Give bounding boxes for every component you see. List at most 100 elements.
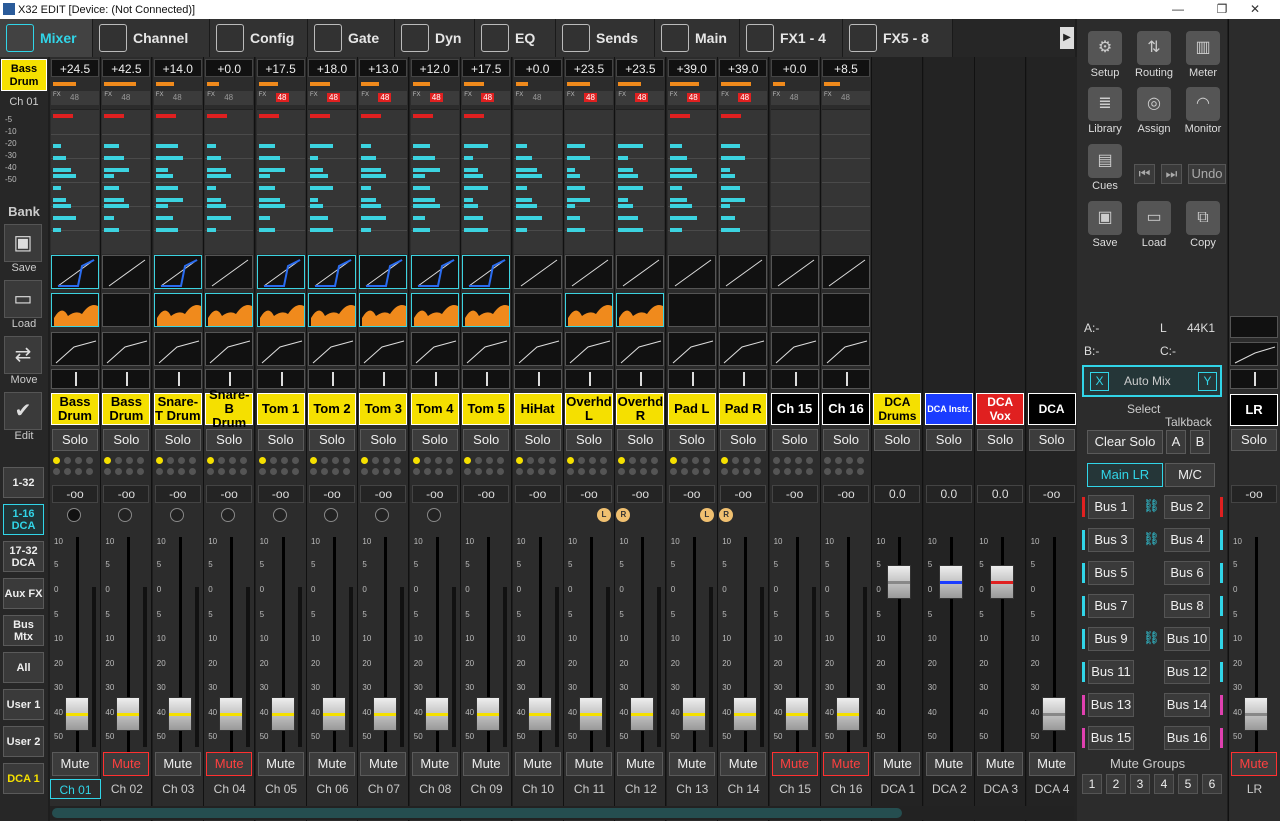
tab-0[interactable]: Mixer <box>0 19 93 57</box>
load-button[interactable]: ▭ Load <box>1133 197 1175 251</box>
mute-button[interactable]: Mute <box>874 752 921 776</box>
gain-display[interactable]: +42.5 <box>102 59 151 77</box>
fx-row[interactable]: FX 48 <box>719 91 768 105</box>
bus-button[interactable]: Bus 13 <box>1088 693 1134 717</box>
phantom-48v-indicator[interactable]: 48 <box>173 93 182 102</box>
phantom-48v-indicator[interactable]: 48 <box>378 93 392 102</box>
gate-graph[interactable] <box>256 255 305 289</box>
eq-graph[interactable] <box>719 293 768 327</box>
solo-button[interactable]: Solo <box>154 429 201 451</box>
fx-row[interactable]: FX 48 <box>513 91 562 105</box>
solo-button[interactable]: Solo <box>463 429 510 451</box>
channel-number[interactable]: Ch 09 <box>461 779 512 799</box>
bank-button[interactable]: 1-16 DCA <box>3 504 44 535</box>
eq-graph[interactable] <box>359 293 408 327</box>
dca-level[interactable]: 0.0 <box>925 485 972 503</box>
lr-balance[interactable] <box>1230 369 1278 389</box>
phantom-48v-indicator[interactable]: 48 <box>275 93 289 102</box>
mute-button[interactable]: Mute <box>771 752 818 776</box>
clear-solo-button[interactable]: Clear Solo <box>1087 430 1163 454</box>
library-button[interactable]: ≣ Library <box>1084 83 1126 137</box>
fader-level[interactable]: -oo <box>103 485 150 503</box>
solo-button[interactable]: Solo <box>874 429 921 451</box>
assign-button[interactable]: ◎ Assign <box>1133 83 1175 137</box>
routing-button[interactable]: ⇅ Routing <box>1133 27 1175 81</box>
mute-button[interactable]: Mute <box>617 752 664 776</box>
pan-knob[interactable] <box>221 508 236 522</box>
bus-link-icon[interactable]: ⛓ <box>1143 531 1160 547</box>
mute-button[interactable]: Mute <box>668 752 715 776</box>
pan-knob[interactable] <box>426 508 441 522</box>
talkback-a-button[interactable]: A <box>1166 430 1186 454</box>
bus-button[interactable]: Bus 1 <box>1088 495 1134 519</box>
eq-graph[interactable] <box>410 293 459 327</box>
mute-group-button[interactable]: 3 <box>1130 774 1150 794</box>
pan-knob[interactable] <box>169 508 184 522</box>
fx-row[interactable]: FX 48 <box>51 91 99 105</box>
channel-name[interactable]: Tom 1 <box>256 393 305 425</box>
dca-level[interactable]: 0.0 <box>977 485 1024 503</box>
channel-name[interactable]: Tom 2 <box>308 393 356 425</box>
eq-graph[interactable] <box>153 293 202 327</box>
bus-button[interactable]: Bus 2 <box>1164 495 1210 519</box>
eq-graph[interactable] <box>462 293 511 327</box>
fx-row[interactable]: FX 48 <box>102 91 151 105</box>
pan-control[interactable] <box>667 369 716 389</box>
tab-6[interactable]: Sends <box>556 19 655 57</box>
mute-button[interactable]: Mute <box>257 752 304 776</box>
channel-name[interactable]: Tom 3 <box>359 393 408 425</box>
mute-button[interactable]: Mute <box>463 752 510 776</box>
fader-cap[interactable] <box>579 697 603 731</box>
channel-number[interactable]: Ch 08 <box>410 779 461 799</box>
phantom-48v-indicator[interactable]: 48 <box>841 93 850 102</box>
fader-cap[interactable] <box>167 697 192 731</box>
bus-button[interactable]: Bus 16 <box>1164 726 1210 750</box>
fx-row[interactable]: FX 48 <box>256 91 305 105</box>
gain-display[interactable]: +23.5 <box>616 59 665 77</box>
channel-number[interactable]: Ch 07 <box>358 779 409 799</box>
gate-graph[interactable] <box>359 255 408 289</box>
fader-level[interactable]: -oo <box>823 485 869 503</box>
mute-button[interactable]: Mute <box>206 752 253 776</box>
fader-cap[interactable] <box>630 697 655 731</box>
pan-control[interactable] <box>205 369 254 389</box>
channel-name[interactable]: Ch 16 <box>822 393 870 425</box>
solo-button[interactable]: Solo <box>1028 429 1075 451</box>
scrollbar-thumb[interactable] <box>52 808 902 818</box>
mute-button[interactable]: Mute <box>720 752 767 776</box>
channel-name[interactable]: Tom 5 <box>462 393 511 425</box>
fader-cap[interactable] <box>1041 697 1066 731</box>
channel-name[interactable]: Snare-T Drum <box>153 393 202 425</box>
phantom-48v-indicator[interactable]: 48 <box>70 93 79 102</box>
pan-control[interactable] <box>410 369 459 389</box>
pan-knob[interactable] <box>118 508 133 522</box>
gate-graph[interactable] <box>667 255 716 289</box>
solo-button[interactable]: Solo <box>823 429 869 451</box>
gate-graph[interactable] <box>770 255 819 289</box>
fader-level[interactable]: -oo <box>154 485 201 503</box>
dynamics-graph[interactable] <box>770 332 819 366</box>
bus-button[interactable]: Bus 4 <box>1164 528 1210 552</box>
save-button[interactable]: ▣ <box>4 224 42 262</box>
dca-name[interactable]: DCA Drums <box>873 393 922 425</box>
eq-graph[interactable] <box>822 293 870 327</box>
pan-knob[interactable] <box>324 508 338 522</box>
bus-button[interactable]: Bus 14 <box>1164 693 1210 717</box>
solo-button[interactable]: Solo <box>566 429 612 451</box>
maximize-icon[interactable]: ❐ <box>1207 0 1237 19</box>
channel-number[interactable]: Ch 06 <box>307 779 358 799</box>
mute-button[interactable]: Mute <box>823 752 869 776</box>
dynamics-graph[interactable] <box>616 332 665 366</box>
bus-button[interactable]: Bus 9 <box>1088 627 1134 651</box>
bus-button[interactable]: Bus 8 <box>1164 594 1210 618</box>
fx-row[interactable]: FX 48 <box>770 91 819 105</box>
gain-display[interactable]: +18.0 <box>308 59 356 77</box>
channel-number[interactable]: Ch 15 <box>770 779 821 799</box>
fx-row[interactable]: FX 48 <box>565 91 613 105</box>
mute-button[interactable]: Mute <box>309 752 355 776</box>
dynamics-graph[interactable] <box>256 332 305 366</box>
bus-button[interactable]: Bus 12 <box>1164 660 1210 684</box>
pan-control[interactable] <box>513 369 562 389</box>
mute-button[interactable]: Mute <box>1231 752 1277 776</box>
dca-name[interactable]: DCA Instr. <box>924 393 973 425</box>
